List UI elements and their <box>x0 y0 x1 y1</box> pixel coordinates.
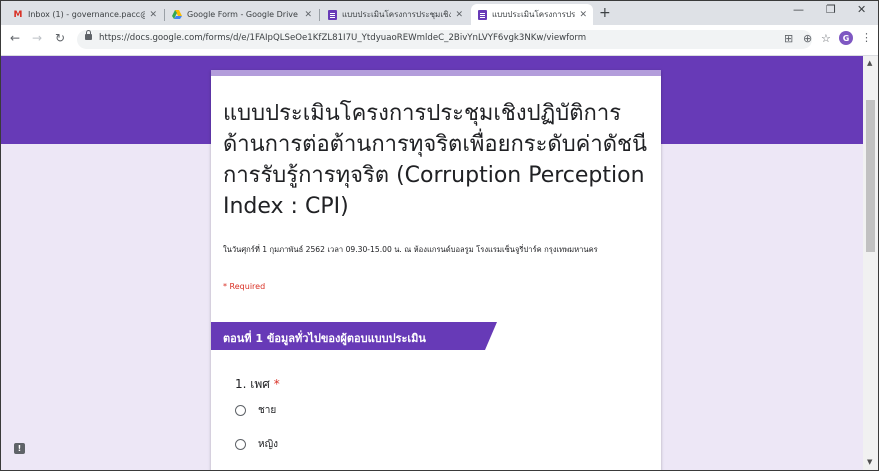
close-tab-icon[interactable]: ✕ <box>579 10 587 20</box>
required-asterisk: * <box>273 377 280 391</box>
radio-option-male[interactable]: ชาย <box>235 403 276 418</box>
url-text: https://docs.google.com/forms/d/e/1FAIpQ… <box>99 33 587 43</box>
scroll-down-arrow-icon[interactable]: ▼ <box>867 458 872 466</box>
required-note: * Required <box>223 282 266 291</box>
menu-icon[interactable]: ⋮ <box>861 31 872 44</box>
question-label: 1. เพศ <box>235 377 270 391</box>
browser-window: M Inbox (1) - governance.pacc@gm ✕ Googl… <box>0 0 879 471</box>
form-card: แบบประเมินโครงการประชุมเชิงปฏิบัติการด้า… <box>211 70 661 470</box>
form-title: แบบประเมินโครงการประชุมเชิงปฏิบัติการด้า… <box>223 101 647 219</box>
close-window-icon[interactable]: ✕ <box>857 3 866 16</box>
address-bar[interactable]: https://docs.google.com/forms/d/e/1FAIpQ… <box>77 30 812 49</box>
google-forms-icon <box>327 9 337 20</box>
close-tab-icon[interactable]: ✕ <box>149 10 157 20</box>
close-tab-icon[interactable]: ✕ <box>455 10 463 20</box>
page-viewport: แบบประเมินโครงการประชุมเชิงปฏิบัติการด้า… <box>1 56 863 470</box>
section-header: ตอนที่ 1 ข้อมูลทั่วไปของผู้ตอบแบบประเมิน <box>211 322 497 350</box>
radio-button[interactable] <box>235 405 246 416</box>
back-icon[interactable]: ← <box>10 31 20 45</box>
tab-title: แบบประเมินโครงการประชุมเชิงปฏิบัติการ <box>342 10 451 19</box>
profile-avatar[interactable]: G <box>839 31 853 45</box>
tab-title: แบบประเมินโครงการประชุมเชิงปฏิบัติการ <box>492 10 576 19</box>
translate-icon[interactable]: ⊞ <box>784 32 793 45</box>
question-gender: 1. เพศ * <box>235 375 280 394</box>
feedback-icon[interactable]: ! <box>14 443 25 454</box>
tab-title: Google Form - Google Drive <box>187 10 298 19</box>
restore-icon[interactable]: ❐ <box>826 3 836 16</box>
form-card-accent <box>211 70 661 76</box>
radio-option-female[interactable]: หญิง <box>235 437 278 452</box>
tab-gmail[interactable]: M Inbox (1) - governance.pacc@gm ✕ <box>7 4 163 25</box>
google-drive-icon <box>172 10 182 20</box>
section-title: ตอนที่ 1 ข้อมูลทั่วไปของผู้ตอบแบบประเมิน <box>223 332 426 345</box>
tab-separator <box>164 9 165 21</box>
bookmark-star-icon[interactable]: ☆ <box>821 32 831 45</box>
lock-icon <box>85 30 92 40</box>
tab-form-1[interactable]: แบบประเมินโครงการประชุมเชิงปฏิบัติการ ✕ <box>321 4 469 25</box>
forward-icon[interactable]: → <box>32 31 42 45</box>
reload-icon[interactable]: ↻ <box>55 31 65 45</box>
option-label: ชาย <box>258 405 277 416</box>
zoom-icon[interactable]: ⊕ <box>803 32 812 45</box>
google-forms-icon <box>477 9 487 20</box>
radio-button[interactable] <box>235 439 246 450</box>
scrollbar-thumb[interactable] <box>866 100 875 252</box>
form-description: ในวันศุกร์ที่ 1 กุมภาพันธ์ 2562 เวลา 09.… <box>223 245 598 254</box>
gmail-icon: M <box>13 9 23 20</box>
tab-google-drive[interactable]: Google Form - Google Drive ✕ <box>166 4 318 25</box>
tab-title: Inbox (1) - governance.pacc@gm <box>28 10 145 19</box>
tab-strip: M Inbox (1) - governance.pacc@gm ✕ Googl… <box>1 1 878 25</box>
tab-form-active[interactable]: แบบประเมินโครงการประชุมเชิงปฏิบัติการ ✕ <box>471 4 593 25</box>
new-tab-button[interactable]: + <box>599 5 611 21</box>
vertical-scrollbar[interactable]: ▲ ▼ <box>863 56 878 470</box>
option-label: หญิง <box>258 439 278 450</box>
tab-separator <box>319 9 320 21</box>
close-tab-icon[interactable]: ✕ <box>304 10 312 20</box>
browser-toolbar: ← → ↻ https://docs.google.com/forms/d/e/… <box>1 25 878 56</box>
scroll-up-arrow-icon[interactable]: ▲ <box>867 59 872 67</box>
minimize-icon[interactable]: — <box>793 3 804 16</box>
